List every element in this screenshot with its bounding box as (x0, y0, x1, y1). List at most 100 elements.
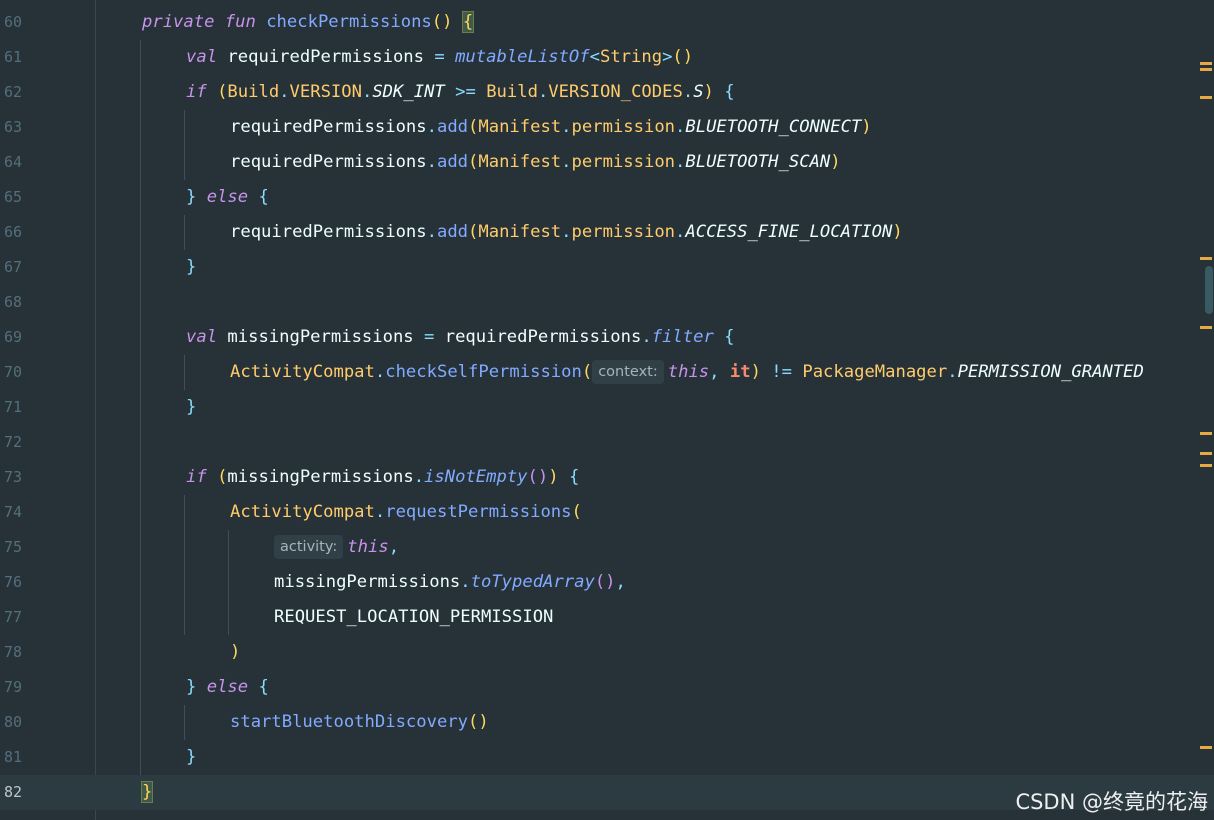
code-text[interactable]: requiredPermissions.add(Manifest.permiss… (230, 215, 903, 250)
code-token: ActivityCompat (230, 362, 375, 382)
code-token: else (206, 187, 249, 207)
code-line[interactable]: 73 if (missingPermissions.isNotEmpty()) { (0, 460, 1214, 495)
code-token: fun (224, 12, 256, 32)
code-token: VERSION_CODES (548, 82, 683, 102)
code-token: } (186, 257, 197, 277)
code-token: requestPermissions (385, 502, 572, 522)
code-line[interactable]: 68 (0, 285, 1214, 320)
code-line[interactable]: 60 private fun checkPermissions() { (0, 5, 1214, 40)
code-token: BLUETOOTH_CONNECT (685, 117, 862, 137)
code-token: ActivityCompat (230, 502, 375, 522)
code-token: val (186, 47, 218, 67)
code-token: . (675, 152, 686, 172)
code-text[interactable]: } else { (186, 180, 269, 215)
code-token: this (347, 537, 389, 557)
code-text[interactable]: requiredPermissions.add(Manifest.permiss… (230, 110, 872, 145)
code-text[interactable]: activity: this, (274, 530, 399, 565)
code-token: Manifest (478, 117, 562, 137)
code-token: requiredPermissions (230, 222, 427, 242)
code-token: add (436, 222, 469, 242)
scrollbar-marker[interactable] (1200, 68, 1212, 71)
code-token: () (468, 712, 489, 732)
code-text[interactable]: ActivityCompat.checkSelfPermission(conte… (230, 355, 1144, 390)
code-token: requiredPermissions (230, 152, 427, 172)
code-token: . (675, 222, 686, 242)
code-text[interactable]: if (Build.VERSION.SDK_INT >= Build.VERSI… (186, 75, 735, 110)
code-line[interactable]: 72 (0, 425, 1214, 460)
code-line[interactable]: 71} (0, 390, 1214, 425)
code-text[interactable]: missingPermissions.toTypedArray(), (274, 565, 626, 600)
code-token: . (374, 502, 386, 522)
line-number: 66 (3, 223, 22, 241)
line-number: 63 (3, 118, 22, 136)
scrollbar-marker[interactable] (1200, 432, 1212, 435)
code-line[interactable]: 69 val missingPermissions = requiredPermi… (0, 320, 1214, 355)
scrollbar-marker[interactable] (1200, 464, 1212, 467)
code-token: ) (230, 642, 241, 662)
parameter-hint: activity: (274, 535, 344, 559)
code-line[interactable]: 62 if (Build.VERSION.SDK_INT >= Build.VER… (0, 75, 1214, 110)
code-text[interactable]: if (missingPermissions.isNotEmpty()) { (186, 460, 579, 495)
code-token: . (561, 152, 572, 172)
code-text[interactable]: startBluetoothDiscovery() (230, 705, 489, 740)
code-token: missingPermissions (217, 327, 425, 347)
code-line[interactable]: 81} (0, 740, 1214, 775)
code-line[interactable]: 80 startBluetoothDiscovery() (0, 705, 1214, 740)
code-line[interactable]: 61 val requiredPermissions = mutableListO… (0, 40, 1214, 75)
code-line[interactable]: 65 } else { (0, 180, 1214, 215)
code-line[interactable]: 74 ActivityCompat.requestPermissions( (0, 495, 1214, 530)
code-text[interactable]: } else { (186, 670, 269, 705)
scrollbar-marker[interactable] (1200, 62, 1212, 65)
scrollbar-marker[interactable] (1200, 96, 1212, 99)
code-text[interactable]: } (140, 775, 154, 810)
code-line[interactable]: 79} else { (0, 670, 1214, 705)
code-line[interactable]: 67} (0, 250, 1214, 285)
code-token: { (724, 82, 735, 102)
code-text[interactable]: val missingPermissions = requiredPermiss… (186, 320, 735, 355)
line-number: 69 (3, 328, 22, 346)
code-token: . (279, 82, 290, 102)
code-line[interactable]: 76 missingPermissions.toTypedArray(), (0, 565, 1214, 600)
code-text[interactable]: ) (230, 635, 240, 670)
code-token: checkPermissions (266, 12, 432, 32)
code-text[interactable]: val requiredPermissions = mutableListOf<… (186, 40, 693, 75)
line-number: 65 (3, 188, 22, 206)
scrollbar-marker[interactable] (1200, 326, 1212, 329)
code-line[interactable]: 70 ActivityCompat.checkSelfPermission(con… (0, 355, 1214, 390)
code-text[interactable]: private fun checkPermissions() { (142, 5, 475, 40)
code-line[interactable]: 78) (0, 635, 1214, 670)
code-token: . (426, 117, 437, 137)
code-token: ) (703, 82, 714, 102)
code-line[interactable]: 75 activity: this, (0, 530, 1214, 565)
code-text[interactable]: } (186, 250, 196, 285)
code-token: permission (571, 117, 676, 137)
code-text[interactable]: } (186, 740, 196, 775)
code-line[interactable]: 64 requiredPermissions.add(Manifest.permi… (0, 145, 1214, 180)
code-token: { (258, 677, 269, 697)
line-number: 72 (3, 433, 22, 451)
code-text[interactable]: REQUEST_LOCATION_PERMISSION (274, 600, 553, 635)
scrollbar-thumb[interactable] (1205, 266, 1213, 314)
matched-brace: } (140, 781, 154, 803)
line-number: 68 (3, 293, 22, 311)
code-text[interactable]: } (186, 390, 196, 425)
code-token: () (431, 12, 453, 32)
code-line[interactable]: 77 REQUEST_LOCATION_PERMISSION (0, 600, 1214, 635)
scrollbar-marker[interactable] (1200, 746, 1212, 749)
code-editor[interactable]: 60 private fun checkPermissions() {61 val … (0, 0, 1214, 820)
scrollbar-marker[interactable] (1200, 257, 1212, 260)
code-text[interactable]: requiredPermissions.add(Manifest.permiss… (230, 145, 841, 180)
code-token: } (186, 397, 197, 417)
code-text[interactable]: ActivityCompat.requestPermissions( (230, 495, 582, 530)
scrollbar-marker[interactable] (1200, 452, 1212, 455)
code-line[interactable]: 63 requiredPermissions.add(Manifest.permi… (0, 110, 1214, 145)
code-token: = (434, 47, 445, 67)
code-line[interactable]: 66 requiredPermissions.add(Manifest.permi… (0, 215, 1214, 250)
code-token: . (561, 222, 572, 242)
